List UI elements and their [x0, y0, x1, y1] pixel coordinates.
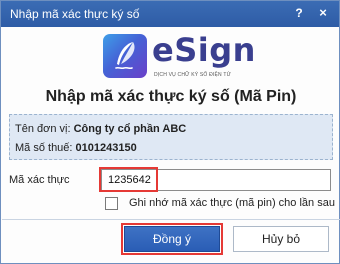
unit-value: Công ty cổ phần ABC	[73, 123, 187, 135]
feather-quill-icon	[115, 42, 135, 70]
window-title: Nhập mã xác thực ký số	[10, 7, 140, 21]
footer-divider	[2, 219, 340, 220]
brand-name: eSign	[152, 31, 256, 69]
ok-button[interactable]: Đồng ý	[124, 226, 220, 252]
dialog: Nhập mã xác thực ký số ? × eSign DỊCH VỤ…	[0, 0, 340, 264]
dialog-heading: Nhập mã xác thực ký số (Mã Pin)	[45, 88, 297, 105]
tax-value: 0101243150	[75, 142, 137, 154]
title-bar: Nhập mã xác thực ký số ? ×	[1, 1, 339, 27]
help-icon[interactable]: ?	[291, 6, 307, 22]
company-info-panel: Tên đơn vị: Công ty cổ phần ABC Mã số th…	[9, 114, 333, 160]
brand-tagline: DỊCH VỤ CHỮ KÝ SỐ ĐIỆN TỬ	[154, 72, 232, 78]
remember-label: Ghi nhớ mã xác thực (mã pin) cho lần sau	[129, 197, 335, 209]
pin-highlight-box	[99, 167, 158, 192]
remember-checkbox[interactable]	[105, 197, 118, 210]
close-icon[interactable]: ×	[315, 5, 331, 21]
tax-label: Mã số thuế:	[15, 142, 73, 154]
cancel-button[interactable]: Hủy bỏ	[233, 226, 329, 252]
unit-label: Tên đơn vị:	[15, 123, 71, 135]
esign-logo	[103, 34, 147, 78]
unit-row: Tên đơn vị: Công ty cổ phần ABC	[15, 123, 186, 135]
pin-label: Mã xác thực	[9, 174, 70, 186]
tax-row: Mã số thuế: 0101243150	[15, 142, 137, 154]
